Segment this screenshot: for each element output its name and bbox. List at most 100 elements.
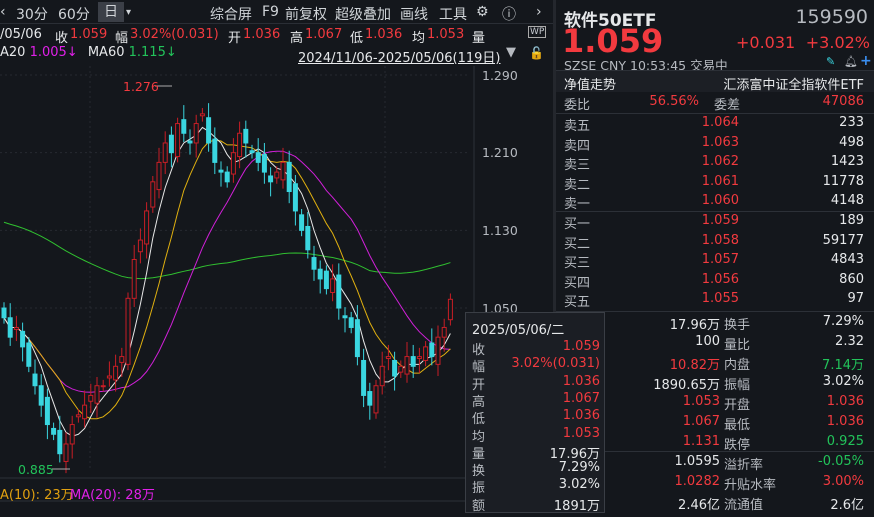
candle-body: [88, 394, 94, 402]
chevron-right-icon[interactable]: ›: [536, 4, 542, 20]
candle-body: [243, 128, 249, 144]
wp-icon[interactable]: WP: [528, 26, 547, 38]
tooltip-row: 高 1.067: [472, 391, 600, 410]
stat-row[interactable]: 17.96万 换手 7.29%: [564, 314, 864, 334]
composite-screen-button[interactable]: 综合屏: [210, 4, 252, 24]
candle-body: [410, 356, 416, 367]
candle-body: [392, 359, 398, 377]
candle-body: [94, 385, 100, 404]
ask-price: 1.060: [701, 193, 739, 208]
candle-body: [137, 239, 143, 253]
stat-row[interactable]: 1.053 开盘 1.036: [564, 394, 864, 414]
info-vol-label: 量: [472, 31, 486, 46]
candle-body: [280, 161, 286, 181]
nav-trend-link[interactable]: 净值走势: [564, 74, 616, 93]
stat-value: 3.00%: [822, 474, 864, 489]
stat-row[interactable]: 1.0595 溢折率 -0.05%: [564, 454, 865, 474]
bid-price: 1.058: [701, 232, 739, 248]
bid-row[interactable]: 买三 1.057 4843: [564, 252, 864, 272]
tooltip-value: 7.29%: [558, 460, 600, 476]
unlock-icon[interactable]: 🔓: [529, 46, 544, 60]
info-close: 1.059: [70, 27, 108, 42]
ask-row[interactable]: 卖五 1.064 233: [564, 115, 864, 135]
super-overlay-button[interactable]: 超级叠加: [335, 4, 391, 24]
ask-level-label: 卖五: [564, 119, 591, 134]
stat-value: 17.96万: [669, 318, 720, 333]
bid-volume: 97: [847, 291, 864, 306]
gear-icon[interactable]: ⚙: [476, 4, 489, 20]
stat-row[interactable]: 1890.65万 振幅 3.02%: [564, 374, 864, 394]
bid-row[interactable]: 买一 1.059 189: [564, 213, 864, 233]
tab-30min[interactable]: 30分: [16, 4, 48, 24]
candle-body: [367, 391, 373, 406]
tab-60min[interactable]: 60分: [58, 4, 90, 24]
bid-row[interactable]: 买五 1.055 97: [564, 291, 864, 311]
candle-body: [404, 356, 410, 375]
ask-level-label: 卖三: [564, 158, 591, 173]
wc-label: 委差: [714, 98, 741, 113]
stat-row[interactable]: 100 量比 2.32: [564, 334, 864, 354]
tooltip-value: 3.02%(0.031): [511, 356, 600, 372]
alert-bell-icon[interactable]: 🔔︎: [844, 55, 858, 68]
candle-body: [311, 257, 317, 270]
tooltip-row: 振 3.02%: [472, 477, 600, 496]
max-price-label: 1.276: [123, 79, 159, 94]
range-dropdown-icon[interactable]: ▼: [506, 45, 516, 60]
draw-line-button[interactable]: 画线: [400, 4, 428, 24]
ask-row[interactable]: 卖二 1.061 11778: [564, 174, 864, 194]
candle-body: [230, 152, 236, 175]
divider: [556, 113, 874, 114]
candle-body: [75, 414, 81, 418]
candle-body: [268, 175, 274, 183]
stat-value: 1.0282: [674, 474, 721, 489]
ask-row[interactable]: 卖三 1.062 1423: [564, 154, 864, 174]
stat-value: 2.6亿: [830, 498, 864, 513]
wb-label: 委比: [564, 98, 591, 113]
tab-daily[interactable]: 日: [98, 2, 124, 22]
candle-body: [255, 152, 261, 163]
scroll-left-icon[interactable]: ‹: [0, 4, 6, 20]
date-range-selector[interactable]: 2024/11/06-2025/05/06(119日): [298, 47, 501, 66]
ask-row[interactable]: 卖四 1.063 498: [564, 135, 864, 155]
bid-volume: 189: [839, 213, 864, 228]
tools-button[interactable]: 工具: [439, 4, 467, 24]
candle-body: [317, 268, 323, 280]
candle-body: [286, 161, 292, 193]
price-axis-label: 1.130: [482, 223, 518, 238]
bid-level-label: 买三: [564, 256, 591, 271]
ask-row[interactable]: 卖一 1.060 4148: [564, 193, 864, 213]
bid-row[interactable]: 买四 1.056 860: [564, 272, 864, 292]
stat-row[interactable]: 1.0282 升贴水率 3.00%: [564, 474, 865, 494]
candle-body: [106, 375, 112, 379]
chart-toolbar: ‹ 30分 60分 日 ▾ 综合屏 F9 前复权 超级叠加 画线 工具 ⚙ ⓘ …: [0, 0, 553, 24]
stat-row[interactable]: 10.82万 内盘 7.14万: [564, 354, 864, 374]
candle-body: [32, 373, 38, 387]
price-change-pct: +3.02%: [805, 33, 870, 52]
add-icon[interactable]: +: [860, 53, 872, 69]
edit-icon[interactable]: ✎: [826, 55, 835, 68]
ask-level-label: 卖二: [564, 177, 591, 193]
stat-label: 溢折率: [724, 458, 764, 473]
candle-body: [13, 326, 19, 330]
info-open-label: 开: [228, 31, 242, 46]
candle-body: [299, 214, 305, 231]
period-dropdown-icon[interactable]: ▾: [126, 7, 131, 18]
forward-adjust-button[interactable]: 前复权: [285, 4, 327, 24]
stat-row[interactable]: 1.067 最低 1.036: [564, 414, 864, 434]
tooltip-value: 17.96万: [549, 446, 600, 462]
candle-info-bar: /05/06 收 1.059 幅 3.02%(0.031) 开 1.036 高 …: [0, 24, 553, 46]
help-icon[interactable]: ⓘ: [502, 4, 516, 24]
f9-button[interactable]: F9: [262, 4, 279, 20]
stat-label: 振幅: [724, 378, 751, 393]
bid-level-label: 买二: [564, 236, 591, 252]
stat-value: 1.067: [682, 414, 720, 429]
ask-volume: 233: [839, 115, 864, 130]
tooltip-row: 开 1.036: [472, 374, 600, 393]
min-price-label: 0.885: [18, 462, 54, 477]
ask-volume: 4148: [830, 193, 864, 208]
bid-row[interactable]: 买二 1.058 59177: [564, 233, 864, 253]
wc-value: 47086: [822, 94, 864, 109]
stat-row[interactable]: 2.46亿 流通值 2.6亿: [564, 494, 864, 514]
info-close-label: 收: [55, 31, 69, 46]
nav-header[interactable]: 净值走势 汇添富中证全指软件ETF: [556, 71, 874, 93]
